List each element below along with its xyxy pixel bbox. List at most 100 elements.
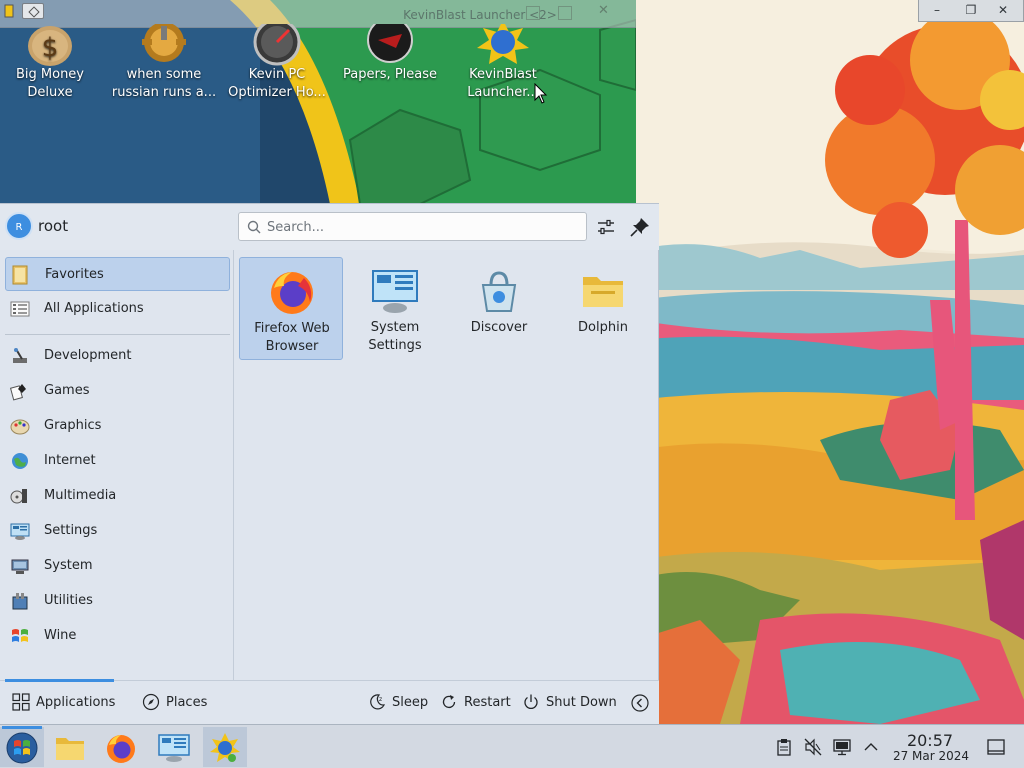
network-icon[interactable]	[833, 738, 851, 756]
clock-date[interactable]: 27 Mar 2024	[886, 749, 976, 763]
taskbar-dolphin[interactable]	[48, 727, 92, 767]
expand-tray-icon[interactable]	[862, 738, 880, 756]
launcher-footer: Applications Places z Sleep Restart Shut…	[0, 679, 659, 725]
desktop-icon-label: Deluxe	[27, 85, 73, 100]
search-field[interactable]	[238, 212, 587, 241]
window-title: KevinBlast Launcher <2>	[403, 8, 557, 22]
all-applications-icon	[10, 301, 30, 317]
restart-button[interactable]: Restart	[440, 693, 511, 713]
category-multimedia[interactable]: Multimedia	[5, 479, 230, 513]
app-menu-icon[interactable]	[4, 4, 14, 18]
tab-applications[interactable]: Applications	[12, 693, 116, 713]
app-tile-firefox[interactable]: Firefox Web Browser	[239, 257, 343, 360]
category-label: Utilities	[44, 593, 93, 608]
pin-icon[interactable]	[627, 214, 653, 240]
app-tile-label: Dolphin	[578, 320, 628, 335]
desktop-icon-label: Optimizer Ho...	[228, 85, 326, 100]
launcher-background-window: KevinBlast Launcher <2> ✕ $ Big Money De…	[0, 0, 636, 204]
keep-above-button[interactable]	[22, 3, 44, 19]
avatar[interactable]: R	[5, 212, 33, 240]
ghost-close-button[interactable]: ✕	[598, 3, 609, 18]
restart-icon	[442, 695, 456, 708]
category-sidebar: Favorites All Applications Development G…	[0, 250, 234, 680]
configure-icon[interactable]	[593, 214, 619, 240]
ghost-maximize-button[interactable]	[558, 6, 572, 20]
username: root	[38, 217, 69, 235]
firefox-icon	[107, 735, 135, 763]
category-label: Games	[44, 383, 90, 398]
start-menu-button[interactable]	[0, 726, 44, 767]
desktop-icon-label: Kevin PC	[248, 67, 306, 82]
app-tile-system-settings[interactable]: System Settings	[343, 257, 447, 360]
clock-time[interactable]: 20:57	[896, 731, 964, 750]
development-icon	[13, 348, 27, 363]
money-bag-icon: $	[28, 26, 72, 66]
category-graphics[interactable]: Graphics	[5, 409, 230, 443]
speedometer-icon	[253, 24, 301, 66]
volume-muted-icon[interactable]	[804, 738, 822, 756]
graphics-icon	[10, 419, 30, 435]
tab-places[interactable]: Places	[142, 693, 212, 713]
chevron-left-icon[interactable]	[630, 693, 650, 713]
gear-icon	[142, 24, 186, 62]
internet-icon	[12, 453, 28, 469]
discover-icon	[481, 271, 517, 312]
shutdown-button[interactable]: Shut Down	[522, 693, 617, 713]
maximize-button[interactable]: ❐	[957, 2, 985, 19]
category-internet[interactable]: Internet	[5, 444, 230, 478]
favorites-grid: Firefox Web Browser System Settings Disc…	[236, 250, 658, 680]
category-label: Settings	[44, 523, 98, 538]
category-label: Development	[44, 348, 132, 363]
kevinblast-icon	[210, 733, 240, 762]
category-system[interactable]: System	[5, 549, 230, 583]
start-menu-icon	[6, 732, 38, 764]
button-label: Shut Down	[546, 695, 617, 710]
app-tile-discover[interactable]: Discover	[447, 257, 551, 360]
minimize-button[interactable]: –	[923, 2, 951, 19]
desktop-icon-russian[interactable]: when some russian runs a...	[109, 24, 219, 102]
taskbar-kevinblast[interactable]	[203, 727, 247, 767]
search-icon	[247, 220, 261, 234]
tab-label: Applications	[36, 695, 116, 710]
app-tile-label: Discover	[470, 320, 528, 335]
taskbar-firefox[interactable]	[99, 727, 143, 767]
category-label: Graphics	[44, 418, 102, 433]
sleep-button[interactable]: z Sleep	[368, 693, 428, 713]
firefox-icon	[271, 272, 313, 314]
launcher-header: R root	[0, 204, 659, 250]
category-label: Favorites	[45, 267, 104, 282]
category-utilities[interactable]: Utilities	[5, 584, 230, 618]
sidebar-separator	[5, 334, 230, 335]
application-launcher: R root Favorites	[0, 203, 659, 725]
multimedia-icon	[10, 489, 27, 504]
category-label: Wine	[44, 628, 77, 643]
desktop-icon-label: Papers, Please	[342, 67, 438, 82]
grid-icon	[12, 693, 30, 711]
desktop-icon-kevin-pc-optimizer[interactable]: Kevin PC Optimizer Ho...	[222, 24, 332, 102]
category-games[interactable]: Games	[5, 374, 230, 408]
ghost-minimize-button[interactable]	[526, 6, 540, 20]
taskbar-system-settings[interactable]	[152, 727, 196, 767]
category-label: Multimedia	[44, 488, 117, 503]
tab-label: Places	[166, 695, 208, 710]
category-all-applications[interactable]: All Applications	[5, 292, 230, 326]
search-input[interactable]	[267, 217, 577, 237]
close-button[interactable]: ✕	[989, 2, 1017, 19]
kevinblast-icon	[477, 24, 529, 64]
category-wine[interactable]: Wine	[5, 619, 230, 653]
category-settings[interactable]: Settings	[5, 514, 230, 548]
app-tile-dolphin[interactable]: Dolphin	[551, 257, 655, 360]
show-desktop-icon[interactable]	[986, 737, 1006, 757]
category-favorites[interactable]: Favorites	[5, 257, 230, 291]
active-indicator	[2, 726, 42, 729]
desktop-icon-label: russian runs a...	[111, 85, 217, 100]
desktop-icon-label: KevinBlast	[469, 67, 537, 82]
category-development[interactable]: Development	[5, 339, 230, 373]
compass-icon	[142, 693, 160, 711]
desktop-icon-big-money-deluxe[interactable]: $ Big Money Deluxe	[0, 24, 105, 102]
moon-icon: z	[370, 694, 386, 710]
button-label: Restart	[464, 695, 511, 710]
system-settings-icon	[158, 734, 190, 762]
desktop-icon-papers-please[interactable]: Papers, Please	[335, 24, 445, 84]
clipboard-icon[interactable]	[775, 738, 793, 756]
